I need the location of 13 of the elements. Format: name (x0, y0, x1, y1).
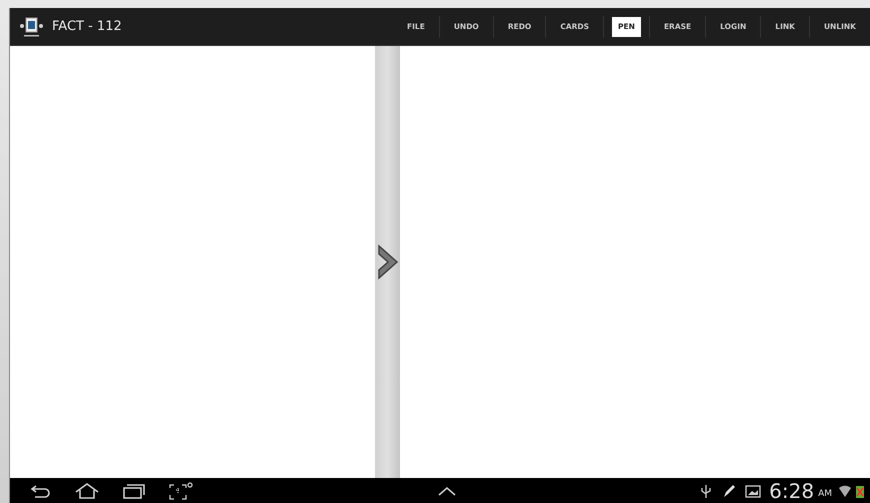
app-title: FACT - 112 (52, 19, 122, 34)
screenshot-icon[interactable] (168, 480, 194, 500)
usb-icon (699, 482, 714, 498)
app-icon[interactable] (18, 14, 46, 38)
clock-time: 6:28 (769, 478, 814, 502)
image-icon (745, 484, 762, 498)
home-icon[interactable] (74, 482, 100, 500)
wifi-icon (838, 482, 852, 498)
back-icon[interactable] (30, 482, 52, 498)
caret-up-icon[interactable] (436, 484, 457, 496)
recent-apps-icon[interactable] (122, 482, 146, 498)
pen-icon (721, 482, 738, 498)
clock-meridiem: AM (818, 488, 832, 498)
